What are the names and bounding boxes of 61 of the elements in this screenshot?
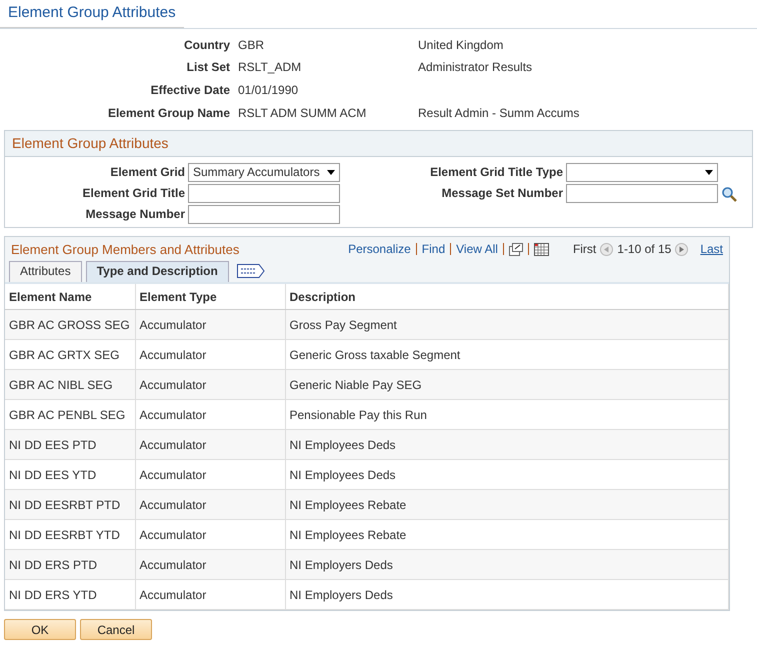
link[interactable]: Personalize <box>348 240 411 258</box>
table-cell: Accumulator <box>135 550 285 580</box>
field-label: Element Group Name <box>106 104 230 122</box>
field-label: Element Grid <box>109 164 185 182</box>
dropdown[interactable]: Summary Accumulators <box>188 162 340 182</box>
field-value: 01/01/1990 <box>238 82 300 99</box>
grid-title: Element Group Members and Attributes <box>11 240 240 259</box>
field-label: Country <box>183 36 230 54</box>
show-all-columns-icon[interactable] <box>236 264 265 278</box>
caret-icon <box>327 170 335 175</box>
table-cell: NI Employers Deds <box>285 580 728 610</box>
dropdown[interactable] <box>566 162 718 182</box>
table-cell: Accumulator <box>135 310 285 340</box>
spreadsheet-icon[interactable] <box>534 242 549 256</box>
table-cell: NI DD EES PTD <box>5 430 135 460</box>
table-cell: NI Employees Rebate <box>285 490 728 520</box>
field-label: Element Grid Title <box>82 185 185 202</box>
link[interactable]: View All <box>456 240 498 258</box>
field-value: RSLT_ADM <box>238 59 302 76</box>
page-title: Element Group Attributes <box>0 0 184 28</box>
field-label: Effective Date <box>150 82 230 99</box>
search-icon[interactable] <box>721 186 737 202</box>
input-field[interactable] <box>188 204 340 224</box>
field-description: Result Admin - Summ Accums <box>418 104 580 122</box>
table-cell: NI DD EESRBT PTD <box>5 490 135 520</box>
input-field[interactable] <box>188 184 340 203</box>
column-header: Element Type <box>135 284 285 310</box>
link[interactable]: Last <box>700 240 723 258</box>
next-icon[interactable] <box>675 242 688 256</box>
tab[interactable]: Attributes <box>9 261 82 282</box>
column-header: Description <box>285 284 728 310</box>
section-title: Element Group Attributes <box>5 130 752 157</box>
table-cell: Accumulator <box>135 490 285 520</box>
field-label: Message Number <box>84 206 185 224</box>
column-header: Element Name <box>5 284 135 310</box>
new-window-icon[interactable] <box>508 242 523 256</box>
tab[interactable]: Type and Description <box>86 261 229 282</box>
field-label: Element Grid Title Type <box>429 164 563 182</box>
table-cell: NI Employers Deds <box>285 550 728 580</box>
page-range: 1-10 of 15 <box>617 241 672 258</box>
dialog-button[interactable]: Cancel <box>80 619 152 640</box>
field-value: GBR <box>238 36 266 54</box>
table-cell: GBR AC NIBL SEG <box>5 370 135 400</box>
link[interactable]: Find <box>422 240 446 258</box>
input-field[interactable] <box>566 184 718 203</box>
table-cell: Accumulator <box>135 370 285 400</box>
table-cell: Accumulator <box>135 580 285 610</box>
field-description: United Kingdom <box>418 36 504 54</box>
field-label: Message Set Number <box>440 185 563 202</box>
table-cell: GBR AC GROSS SEG <box>5 310 135 340</box>
dialog-button[interactable]: OK <box>4 619 76 640</box>
field-label: List Set <box>186 59 230 76</box>
table-cell: NI Employees Deds <box>285 430 728 460</box>
table-cell: NI DD ERS PTD <box>5 550 135 580</box>
caret-icon <box>705 170 713 175</box>
table-cell: Gross Pay Segment <box>285 310 728 340</box>
table-cell: Accumulator <box>135 430 285 460</box>
table-cell: Generic Niable Pay SEG <box>285 370 728 400</box>
field-description: Administrator Results <box>418 59 534 76</box>
table-cell: NI DD ERS YTD <box>5 580 135 610</box>
field-value: RSLT ADM SUMM ACM <box>238 104 368 122</box>
